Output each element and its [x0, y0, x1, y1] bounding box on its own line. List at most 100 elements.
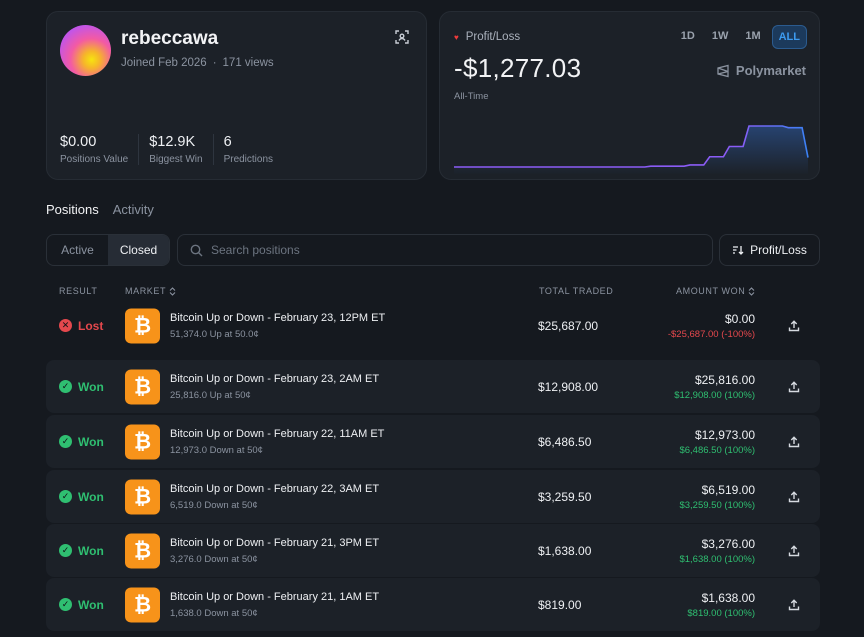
stat-label: Biggest Win [149, 154, 203, 165]
pnl-period: All-Time [454, 91, 489, 102]
brand: Polymarket [716, 63, 806, 78]
share-icon[interactable] [788, 598, 800, 611]
sort-button[interactable]: Profit/Loss [719, 234, 820, 266]
header-market[interactable]: MARKET [125, 286, 176, 296]
scan-icon[interactable] [395, 30, 409, 44]
result-badge: ✓ Won [59, 490, 104, 504]
sort-icon [733, 246, 744, 255]
pnl-label: ♥ Profit/Loss [454, 31, 520, 43]
table-row[interactable]: ✓ Won ₿ Bitcoin Up or Down - February 22,… [46, 415, 820, 468]
amount-won: $25,816.00 [694, 373, 755, 387]
status-toggle: Active Closed [46, 234, 170, 266]
amount-won: $6,519.00 [701, 483, 755, 497]
filter-closed-button[interactable]: Closed [108, 235, 169, 265]
share-icon[interactable] [788, 490, 800, 503]
market-position: 6,519.0 Down at 50¢ [170, 500, 258, 511]
header-total-traded: TOTAL TRADED [539, 286, 614, 296]
bitcoin-icon: ₿ [125, 424, 160, 459]
amount-won: $3,276.00 [701, 537, 755, 551]
profit-change: $819.00 (100%) [687, 608, 755, 619]
section-tabs: Positions Activity [46, 202, 154, 217]
check-icon: ✓ [59, 490, 72, 503]
table-row[interactable]: ✓ Won ₿ Bitcoin Up or Down - February 22,… [46, 470, 820, 523]
range-all[interactable]: ALL [771, 25, 807, 49]
check-icon: ✓ [59, 380, 72, 393]
stat-predictions: 6 Predictions [224, 134, 283, 165]
view-count: 171 views [222, 57, 274, 69]
result-label: Won [78, 434, 104, 449]
sort-updown-icon [169, 286, 176, 296]
market-title[interactable]: Bitcoin Up or Down - February 23, 12PM E… [170, 312, 385, 324]
result-label: Won [78, 543, 104, 558]
pnl-value: -$1,277.03 [454, 53, 582, 83]
username: rebeccawa [121, 28, 219, 49]
check-icon: ✓ [59, 544, 72, 557]
profile-card: rebeccawa Joined Feb 2026 · 171 views $0.0… [46, 11, 427, 180]
sort-updown-icon [748, 286, 755, 296]
tab-positions[interactable]: Positions [46, 202, 99, 217]
range-selector: 1D 1W 1M ALL [675, 25, 807, 49]
bitcoin-icon: ₿ [125, 533, 160, 568]
profit-change: $6,486.50 (100%) [679, 445, 755, 456]
table-row[interactable]: ✓ Won ₿ Bitcoin Up or Down - February 21,… [46, 524, 820, 577]
stat-value: $12.9K [149, 134, 196, 150]
bitcoin-icon: ₿ [125, 587, 160, 622]
share-icon[interactable] [788, 380, 800, 393]
total-traded: $25,687.00 [538, 318, 599, 333]
bitcoin-icon: ₿ [125, 479, 160, 514]
amount-won: $1,638.00 [701, 591, 755, 605]
bitcoin-icon: ₿ [125, 308, 160, 343]
amount-won: $0.00 [724, 312, 755, 326]
pnl-card: ♥ Profit/Loss -$1,277.03 All-Time 1D 1W 1… [439, 11, 820, 180]
result-label: Won [78, 489, 104, 504]
market-title[interactable]: Bitcoin Up or Down - February 22, 3AM ET [170, 483, 379, 495]
range-1m[interactable]: 1M [739, 25, 766, 49]
profile-meta: Joined Feb 2026 · 171 views [121, 57, 274, 69]
result-label: Lost [78, 318, 104, 333]
table-row[interactable]: ✓ Won ₿ Bitcoin Up or Down - February 21,… [46, 578, 820, 631]
header-amount-won[interactable]: AMOUNT WON [676, 286, 755, 296]
stat-label: Predictions [223, 154, 274, 165]
market-title[interactable]: Bitcoin Up or Down - February 21, 3PM ET [170, 537, 379, 549]
market-position: 12,973.0 Down at 50¢ [170, 445, 263, 456]
share-icon[interactable] [788, 544, 800, 557]
sort-label: Profit/Loss [750, 243, 807, 257]
total-traded: $3,259.50 [538, 489, 592, 504]
brand-name: Polymarket [735, 63, 806, 78]
result-badge: ✓ Won [59, 380, 104, 394]
total-traded: $819.00 [538, 597, 582, 612]
avatar[interactable] [60, 25, 111, 76]
range-1w[interactable]: 1W [706, 25, 735, 49]
x-icon: ✕ [59, 319, 72, 332]
search-icon [190, 244, 203, 256]
market-title[interactable]: Bitcoin Up or Down - February 21, 1AM ET [170, 591, 379, 603]
table-row[interactable]: ✓ Won ₿ Bitcoin Up or Down - February 23,… [46, 360, 820, 413]
market-title[interactable]: Bitcoin Up or Down - February 23, 2AM ET [170, 373, 379, 385]
profit-change: -$25,687.00 (-100%) [667, 329, 755, 340]
check-icon: ✓ [59, 435, 72, 448]
profile-page: rebeccawa Joined Feb 2026 · 171 views $0.0… [0, 0, 864, 637]
table-row[interactable]: ✕ Lost ₿ Bitcoin Up or Down - February 23… [46, 299, 820, 352]
total-traded: $1,638.00 [538, 543, 592, 558]
stat-value: $0.00 [60, 134, 97, 150]
pnl-label-text: Profit/Loss [465, 31, 521, 43]
pnl-chart [454, 125, 809, 175]
search-input[interactable] [211, 243, 691, 257]
joined-date: Joined Feb 2026 [121, 57, 207, 69]
search-box [177, 234, 713, 266]
header-market-label: MARKET [125, 286, 167, 296]
stat-label: Positions Value [60, 154, 129, 165]
result-label: Won [78, 379, 104, 394]
share-icon[interactable] [788, 319, 800, 332]
tab-activity[interactable]: Activity [113, 202, 154, 217]
header-result: RESULT [59, 286, 98, 296]
result-badge: ✓ Won [59, 598, 104, 612]
bitcoin-icon: ₿ [125, 369, 160, 404]
result-badge: ✓ Won [59, 435, 104, 449]
market-title[interactable]: Bitcoin Up or Down - February 22, 11AM E… [170, 428, 384, 440]
header-amount-label: AMOUNT WON [676, 286, 746, 296]
filter-active-button[interactable]: Active [47, 235, 108, 265]
market-position: 25,816.0 Up at 50¢ [170, 390, 251, 401]
share-icon[interactable] [788, 435, 800, 448]
range-1d[interactable]: 1D [675, 25, 701, 49]
